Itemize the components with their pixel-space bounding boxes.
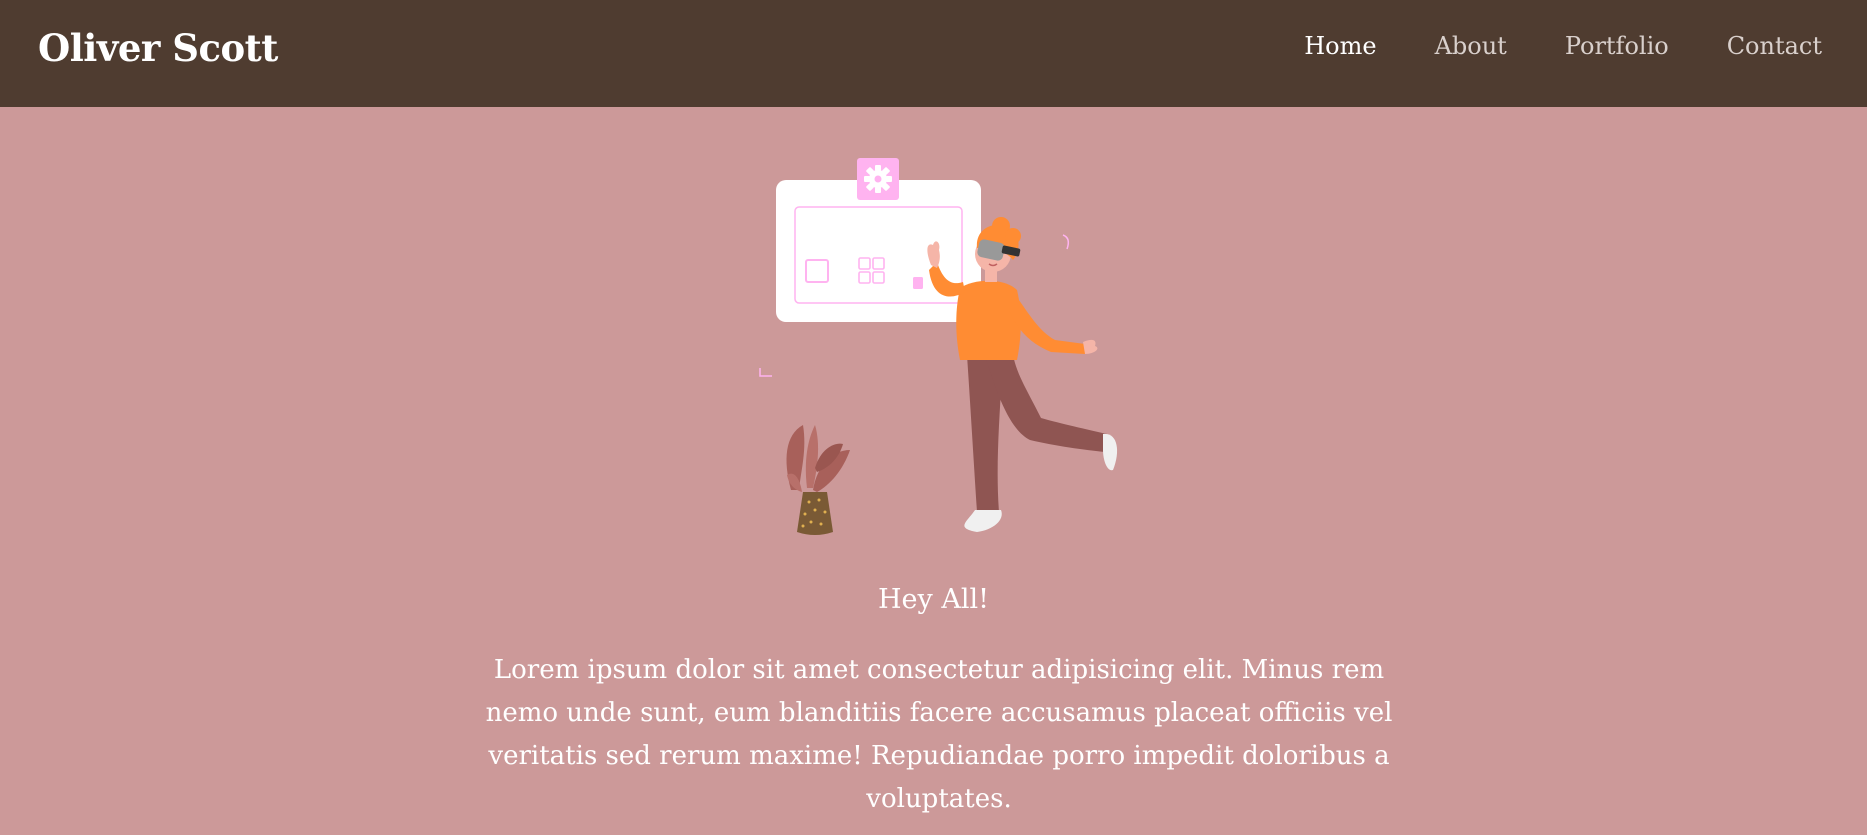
- dashboard-card: [776, 180, 981, 322]
- brand-logo[interactable]: Oliver Scott: [38, 26, 278, 70]
- vr-person-illustration: [759, 158, 1118, 535]
- navbar: Oliver Scott Home About Portfolio Contac…: [0, 0, 1867, 107]
- nav-link-contact[interactable]: Contact: [1727, 32, 1822, 60]
- nav-link-about[interactable]: About: [1435, 32, 1507, 60]
- nav-link-home[interactable]: Home: [1304, 32, 1376, 60]
- potted-plant: [786, 425, 850, 535]
- hero-greeting: Hey All!: [878, 584, 989, 615]
- gear-icon: [857, 158, 899, 200]
- nav-link-portfolio[interactable]: Portfolio: [1565, 32, 1669, 60]
- hero-description: Lorem ipsum dolor sit amet consectetur a…: [485, 655, 1393, 814]
- nav-links: Home About Portfolio Contact: [1246, 32, 1822, 60]
